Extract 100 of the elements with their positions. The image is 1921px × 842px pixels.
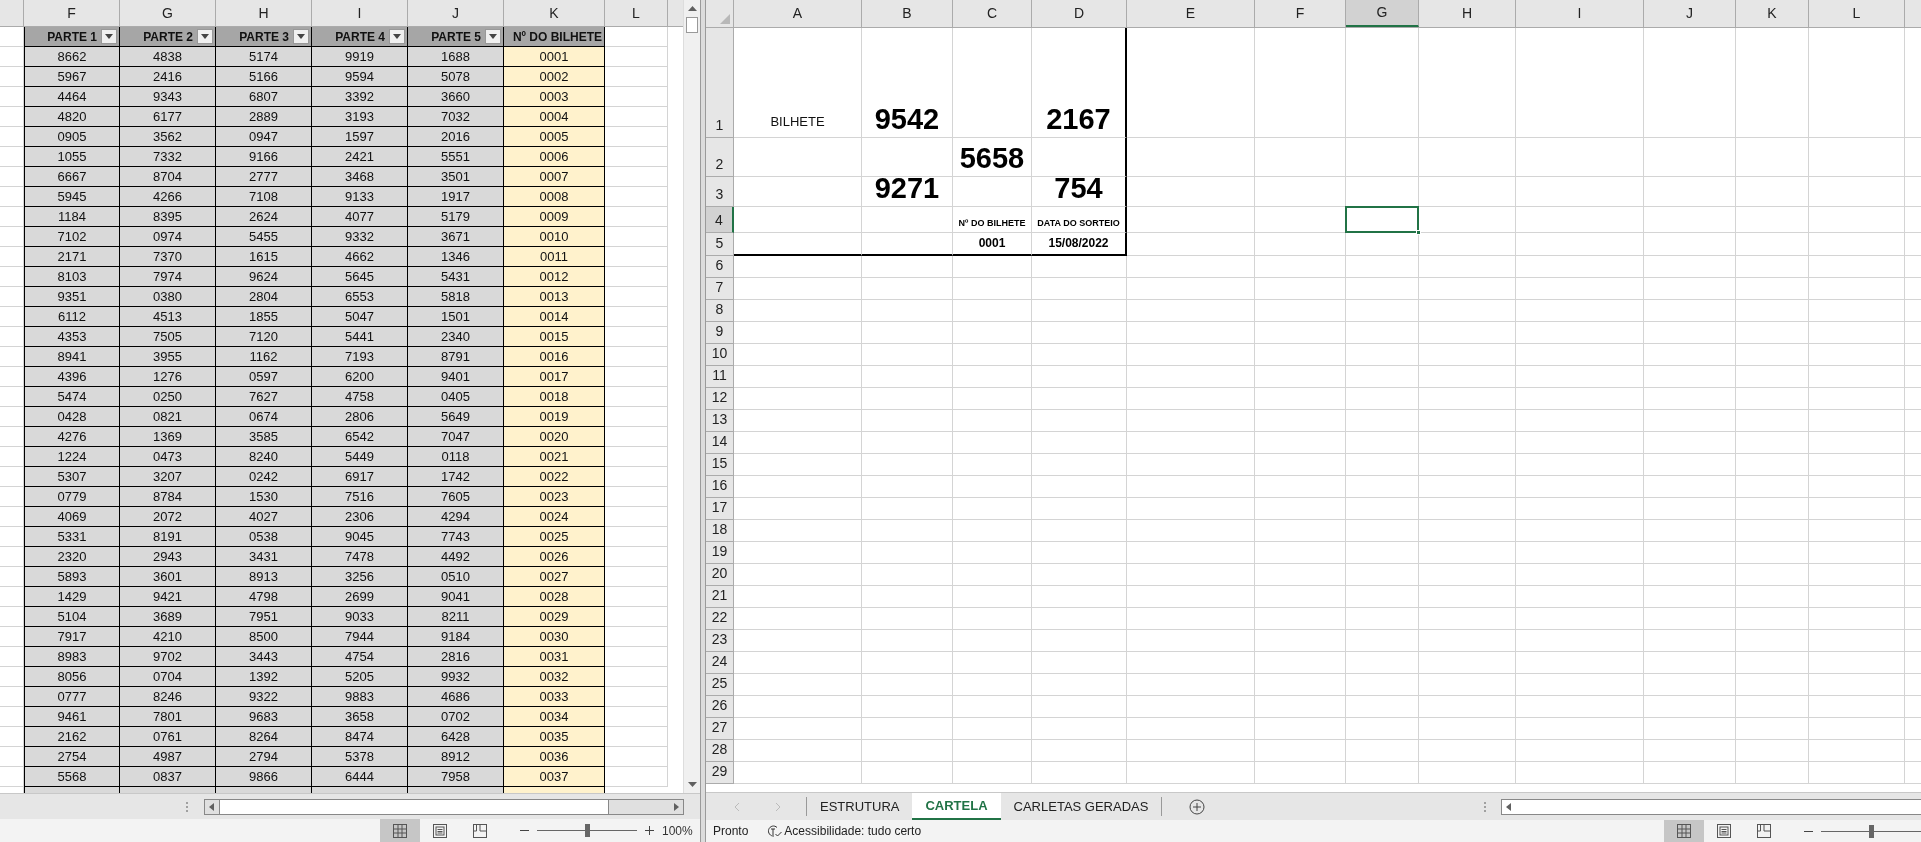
row-header[interactable]: 22 [706,608,734,630]
previous-sheet-icon[interactable] [732,801,741,812]
add-sheet-icon[interactable] [1189,798,1206,815]
filter-dropdown-button[interactable] [485,29,501,44]
table-cell: 0031 [504,647,605,667]
column-header[interactable]: J [408,0,504,26]
horizontal-scrollbar[interactable] [1501,798,1921,815]
row-header[interactable]: 28 [706,740,734,762]
row-header[interactable]: 14 [706,432,734,454]
filter-dropdown-button[interactable] [197,29,213,44]
column-header[interactable]: G [120,0,216,26]
next-sheet-icon[interactable] [773,801,782,812]
filter-dropdown-button[interactable] [101,29,117,44]
table-header-cell: PARTE 3 [216,27,312,47]
row-header[interactable]: 29 [706,762,734,784]
zoom-level[interactable]: 100% [662,821,693,840]
row-header[interactable]: 13 [706,410,734,432]
row-header[interactable]: 3 [706,177,734,207]
row-header[interactable]: 18 [706,520,734,542]
view-button[interactable] [380,819,420,842]
zoom-slider-thumb[interactable] [1868,824,1874,838]
column-header[interactable]: F [24,0,120,26]
table-cell: 3392 [312,87,408,107]
accessibility-check-icon[interactable] [766,824,783,838]
column-header[interactable]: A [734,0,862,27]
table-cell: 0029 [504,607,605,627]
scrollbar-thumb[interactable] [686,17,698,33]
row-header[interactable]: 9 [706,322,734,344]
table-cell: 5307 [24,467,120,487]
zoom-slider-track[interactable] [1821,824,1921,838]
table-cell: 9401 [408,367,504,387]
table-cell: 0009 [504,207,605,227]
accessibility-status[interactable]: Acessibilidade: tudo certo [784,822,922,840]
column-header[interactable]: K [1736,0,1809,27]
column-header[interactable]: J [1644,0,1736,27]
dropdown-arrow-icon [489,34,497,39]
select-all-icon[interactable] [720,14,730,24]
table-cell: 9421 [120,587,216,607]
column-header[interactable]: E [1127,0,1255,27]
row-header[interactable]: 27 [706,718,734,740]
table-cell: 8662 [24,47,120,67]
zoom-slider-track[interactable] [537,824,637,837]
column-header[interactable]: L [605,0,668,26]
row-header[interactable]: 11 [706,366,734,388]
row-header[interactable]: 17 [706,498,734,520]
column-header[interactable]: D [1032,0,1127,27]
row-header[interactable]: 8 [706,300,734,322]
filter-dropdown-button[interactable] [389,29,405,44]
row-header[interactable]: 20 [706,564,734,586]
column-header[interactable]: G [1346,0,1419,27]
selected-cell[interactable] [1346,207,1419,233]
horizontal-scrollbar[interactable] [204,798,684,815]
column-header[interactable]: L [1809,0,1905,27]
splitter-dots-icon[interactable] [1483,800,1487,813]
table-cell: 8791 [408,347,504,367]
table-cell: 0010 [504,227,605,247]
scrollbar-thumb[interactable] [219,799,609,814]
row-header[interactable]: 23 [706,630,734,652]
splitter-dots-icon[interactable] [185,800,189,813]
row-header[interactable]: 6 [706,256,734,278]
table-cell: 5818 [408,287,504,307]
table-cell: 2072 [120,507,216,527]
ticket-number: 9542 [862,28,953,138]
column-header[interactable]: C [953,0,1032,27]
row-header[interactable]: 5 [706,233,734,256]
column-header[interactable]: H [1419,0,1516,27]
table-cell: 0019 [504,407,605,427]
table-cell: 0704 [120,667,216,687]
filter-dropdown-button[interactable] [293,29,309,44]
column-header[interactable]: I [1516,0,1644,27]
row-header[interactable]: 4 [706,207,734,233]
row-header[interactable]: 24 [706,652,734,674]
row-header[interactable]: 25 [706,674,734,696]
sheet-tab[interactable]: CARLETAS GERADAS [1000,793,1162,820]
vertical-scrollbar[interactable] [683,0,700,793]
sheet-tab[interactable]: CARTELA [912,793,1001,820]
view-button[interactable] [1664,820,1704,842]
row-header[interactable]: 16 [706,476,734,498]
table-cell: 2806 [312,407,408,427]
row-header[interactable]: 7 [706,278,734,300]
column-header[interactable]: B [862,0,953,27]
row-header[interactable]: 1 [706,28,734,138]
column-header[interactable]: H [216,0,312,26]
row-header[interactable]: 10 [706,344,734,366]
row-header[interactable]: 2 [706,138,734,177]
column-header[interactable]: I [312,0,408,26]
table-cell: 4987 [120,747,216,767]
table-cell: 4754 [312,647,408,667]
table-cell: 5551 [408,147,504,167]
column-header[interactable]: K [504,0,605,26]
row-header[interactable]: 21 [706,586,734,608]
zoom-in-icon[interactable] [645,826,654,835]
row-header[interactable]: 19 [706,542,734,564]
row-header[interactable]: 15 [706,454,734,476]
row-header[interactable]: 12 [706,388,734,410]
sheet-tab[interactable]: ESTRUTURA [807,793,913,820]
table-cell: 0250 [120,387,216,407]
zoom-slider-thumb[interactable] [584,824,590,837]
row-header[interactable]: 26 [706,696,734,718]
table-cell: 1162 [216,347,312,367]
